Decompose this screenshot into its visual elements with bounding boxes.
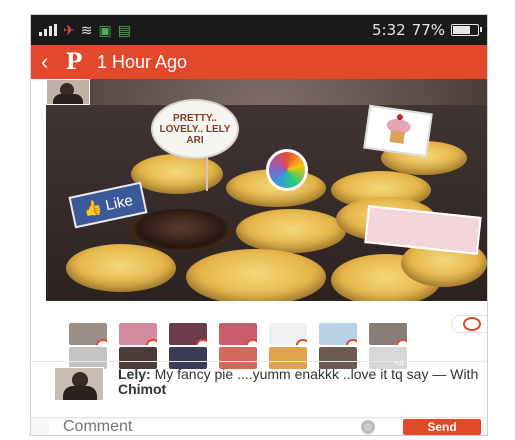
like-button[interactable] <box>451 315 487 333</box>
comment-input[interactable] <box>49 420 401 434</box>
avatar-body <box>53 94 83 104</box>
wifi-icon: ≋ <box>80 21 93 38</box>
tart <box>66 244 176 292</box>
status-icons: ✈ ≋ ▣ ▤ <box>39 22 131 39</box>
likers-grid: +4 <box>31 301 487 369</box>
heart-icon <box>296 339 307 345</box>
heart-icon <box>463 317 481 331</box>
signal-icon <box>39 24 57 36</box>
bottle-decoration <box>266 149 308 191</box>
caption-with-label: With <box>450 366 479 382</box>
battery-percent: 77% <box>411 21 445 39</box>
tart <box>186 249 326 301</box>
post-photo[interactable]: PRETTY.. LOVELY.. LELY ARI 👍 Like <box>46 79 487 301</box>
round-tag: PRETTY.. LOVELY.. LELY ARI <box>151 99 239 159</box>
caption-body: My fancy pie ....yumm enakkk ..love it t… <box>154 366 447 382</box>
battery-icon <box>451 24 482 36</box>
chat-icon: ▣ <box>98 21 112 38</box>
liker-avatar[interactable] <box>319 323 357 345</box>
caption-user[interactable]: Lely: <box>118 366 151 382</box>
tart <box>236 209 346 253</box>
send-button[interactable]: Send <box>403 419 481 435</box>
emoji-icon[interactable]: ☺ <box>361 420 375 434</box>
message-icon: ▤ <box>117 21 131 38</box>
status-right: 5:32 77% <box>371 21 482 39</box>
avatar-body <box>63 386 97 400</box>
heart-icon <box>346 339 357 345</box>
status-bar: ✈ ≋ ▣ ▤ 5:32 77% <box>31 15 487 45</box>
avatar[interactable] <box>54 367 104 401</box>
heart-icon <box>396 339 407 345</box>
liker-avatar[interactable] <box>219 323 257 345</box>
tart <box>131 209 231 251</box>
liker-avatar[interactable] <box>269 323 307 345</box>
liker-avatar[interactable] <box>119 323 157 345</box>
cupcake-cup <box>389 130 405 144</box>
app-frame: ✈ ≋ ▣ ▤ 5:32 77% ‹ P 1 Hour Ago PRETTY.. <box>30 14 488 436</box>
chevron-left-icon[interactable]: ‹ <box>31 45 61 79</box>
heart-icon <box>146 339 157 345</box>
caption-with-user[interactable]: Chimot <box>118 381 166 397</box>
page-title: 1 Hour Ago <box>97 51 188 72</box>
liker-avatar[interactable] <box>369 323 407 345</box>
caption: Lely: My fancy pie ....yumm enakkk ..lov… <box>46 367 478 413</box>
tart <box>131 154 223 194</box>
avatar[interactable] <box>46 79 90 105</box>
liker-avatar[interactable] <box>69 347 107 369</box>
heart-icon <box>246 339 257 345</box>
caption-text: Lely: My fancy pie ....yumm enakkk ..lov… <box>118 366 487 397</box>
divider <box>31 361 487 362</box>
heart-icon <box>196 339 207 345</box>
cupcake-tag <box>363 104 433 158</box>
thumbs-up-icon: 👍 <box>81 198 104 220</box>
header-bar: ‹ P 1 Hour Ago <box>31 45 487 79</box>
heart-icon <box>96 339 107 345</box>
status-time: 5:32 <box>371 21 406 39</box>
liker-avatar[interactable] <box>169 323 207 345</box>
comment-bar: ☺ Send <box>31 417 487 435</box>
liker-avatar[interactable] <box>69 323 107 345</box>
airplane-icon: ✈ <box>63 21 75 38</box>
like-tag-label: Like <box>103 191 135 214</box>
pinterest-logo-icon[interactable]: P <box>63 51 85 73</box>
